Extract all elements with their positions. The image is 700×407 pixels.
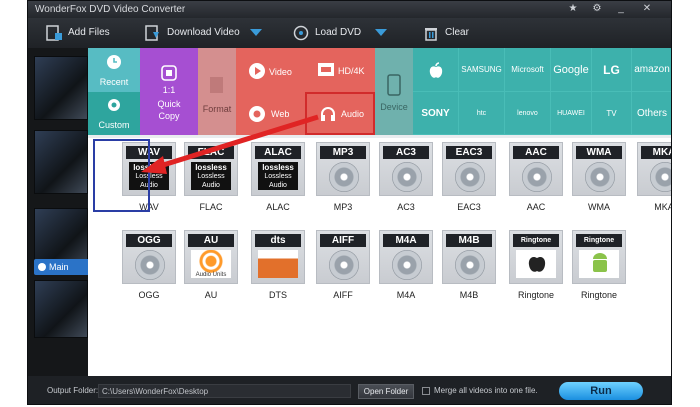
arrow-shaft bbox=[159, 114, 319, 169]
arrow-head bbox=[141, 156, 167, 174]
annotation-arrow bbox=[141, 114, 319, 174]
